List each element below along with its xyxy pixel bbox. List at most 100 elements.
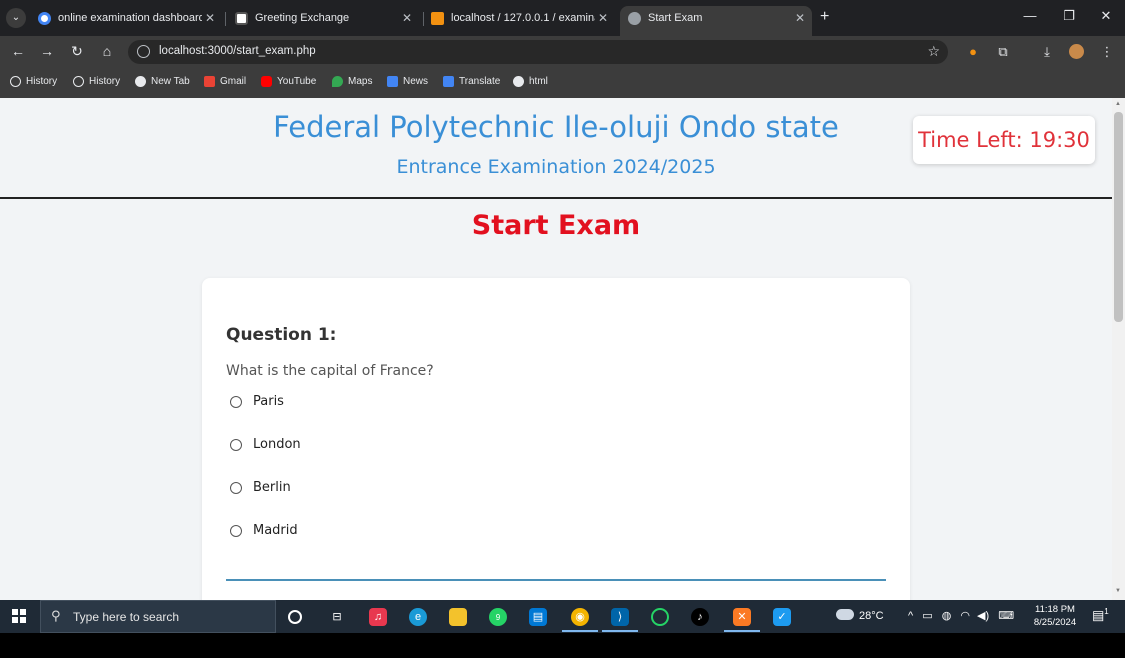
download-icon[interactable]: ⤓ <box>1038 44 1056 60</box>
cortana-icon[interactable] <box>288 610 302 624</box>
option-berlin[interactable]: Berlin <box>230 480 291 495</box>
page-viewport: Federal Polytechnic Ile-oluji Ondo state… <box>0 98 1112 600</box>
weather-widget[interactable]: 28°C <box>836 609 884 622</box>
microsoft-store-icon[interactable]: ▤ <box>529 608 547 626</box>
chatgpt-icon <box>235 11 248 25</box>
tab-greeting-exchange[interactable]: Greeting Exchange ✕ <box>235 6 415 30</box>
time-left-badge: Time Left: 19:30 <box>913 116 1095 164</box>
taskbar-clock[interactable]: 11:18 PM 8/25/2024 <box>1026 603 1084 629</box>
reload-icon[interactable]: ↻ <box>68 43 86 60</box>
bookmark-maps[interactable]: Maps <box>332 76 372 87</box>
xampp-icon[interactable]: ✕ <box>733 608 751 626</box>
minimize-icon[interactable]: — <box>1020 8 1040 23</box>
close-window-icon[interactable]: ✕ <box>1096 8 1116 24</box>
close-tab-icon[interactable]: ✕ <box>202 11 218 25</box>
chevron-up-icon[interactable]: ^ <box>908 610 913 622</box>
bookmark-star-icon[interactable]: ☆ <box>927 43 940 60</box>
question-card: Question 1: What is the capital of Franc… <box>202 278 910 600</box>
twitter-icon[interactable]: ✓ <box>773 608 791 626</box>
url-text[interactable]: localhost:3000/start_exam.php <box>159 45 316 57</box>
globe-icon <box>513 76 524 87</box>
onedrive-icon[interactable]: ◍ <box>942 610 952 622</box>
cloud-sun-icon <box>836 609 854 620</box>
screen-bottom-border <box>0 633 1125 658</box>
vscode-icon[interactable]: ⟩ <box>611 608 629 626</box>
extensions-puzzle-icon[interactable]: ⧉ <box>994 44 1012 60</box>
bookmark-youtube[interactable]: YouTube <box>261 76 316 87</box>
bookmark-html[interactable]: html <box>513 76 548 87</box>
restore-icon[interactable]: ❐ <box>1059 8 1079 24</box>
close-tab-icon[interactable]: ✕ <box>399 11 415 25</box>
volume-icon[interactable]: ◀) <box>977 610 989 622</box>
tab-search-chevron-icon[interactable]: ⌄ <box>6 8 26 28</box>
translate-icon <box>443 76 454 87</box>
system-tray-icons[interactable]: ^ ▭ ◍ ◠ ◀) ⌨ <box>908 609 1014 622</box>
radio-button[interactable] <box>230 395 242 408</box>
radio-button[interactable] <box>230 481 242 494</box>
globe-icon <box>628 11 641 25</box>
active-app-indicator <box>562 630 598 632</box>
home-icon[interactable]: ⌂ <box>98 43 116 59</box>
option-madrid[interactable]: Madrid <box>230 523 298 538</box>
history-icon <box>10 76 21 87</box>
taskbar-search-box[interactable]: ⚲ Type here to search <box>40 600 276 633</box>
question-text: What is the capital of France? <box>226 363 434 379</box>
address-toolbar: ← → ↻ ⌂ localhost:3000/start_exam.php ☆ … <box>0 36 1125 68</box>
wifi-icon[interactable]: ◠ <box>960 610 970 622</box>
close-tab-icon[interactable]: ✕ <box>595 11 611 25</box>
tab-strip: ⌄ online examination dashboard ✕ Greetin… <box>0 0 1125 36</box>
tiktok-icon[interactable]: ♪ <box>691 608 709 626</box>
bookmark-new-tab[interactable]: New Tab <box>135 76 190 87</box>
new-tab-plus-icon[interactable]: + <box>820 8 829 26</box>
music-app-icon[interactable]: ♫ <box>369 608 387 626</box>
search-icon: ⚲ <box>51 608 61 623</box>
tab-start-exam[interactable]: Start Exam ✕ <box>620 6 812 36</box>
tab-separator <box>225 12 226 26</box>
profile-avatar-icon[interactable] <box>1067 44 1085 62</box>
active-app-indicator <box>724 630 760 632</box>
keyboard-icon[interactable]: ⌨ <box>998 610 1014 622</box>
notifications-icon[interactable]: ▤1 <box>1092 607 1109 623</box>
whatsapp-business-icon[interactable]: 9 <box>489 608 507 626</box>
windows-start-icon[interactable] <box>12 609 26 623</box>
scroll-up-arrow-icon[interactable]: ▲ <box>1115 101 1121 107</box>
page-scrollbar[interactable]: ▲ ▼ <box>1112 98 1125 600</box>
option-paris[interactable]: Paris <box>230 394 284 409</box>
battery-icon[interactable]: ▭ <box>922 610 932 622</box>
close-tab-icon[interactable]: ✕ <box>792 11 808 25</box>
page-title: Start Exam <box>471 210 641 241</box>
whatsapp-icon[interactable] <box>651 608 669 626</box>
globe-icon <box>135 76 146 87</box>
radio-button[interactable] <box>230 524 242 537</box>
tab-phpmyadmin[interactable]: localhost / 127.0.0.1 / examinat ✕ <box>431 6 611 30</box>
radio-button[interactable] <box>230 438 242 451</box>
bookmark-translate[interactable]: Translate <box>443 76 500 87</box>
back-arrow-icon[interactable]: ← <box>9 43 27 59</box>
bookmark-news[interactable]: News <box>387 76 428 87</box>
maps-icon <box>332 76 343 87</box>
bookmark-gmail[interactable]: Gmail <box>204 76 246 87</box>
file-explorer-icon[interactable] <box>449 608 467 626</box>
google-icon <box>38 11 51 25</box>
windows-taskbar: ⚲ Type here to search ⊟ ♫ e 9 ▤ ◉ ⟩ ♪ ✕ … <box>0 600 1125 633</box>
forward-arrow-icon[interactable]: → <box>38 43 56 59</box>
edge-icon[interactable]: e <box>409 608 427 626</box>
bookmark-history-2[interactable]: History <box>73 76 120 87</box>
tab-dashboard[interactable]: online examination dashboard ✕ <box>38 6 218 30</box>
youtube-icon <box>261 76 272 87</box>
news-icon <box>387 76 398 87</box>
extension-record-icon[interactable]: ● <box>964 44 982 59</box>
site-info-icon[interactable] <box>137 45 150 58</box>
header-divider <box>0 197 1112 199</box>
gmail-icon <box>204 76 215 87</box>
history-icon <box>73 76 84 87</box>
address-bar[interactable]: localhost:3000/start_exam.php ☆ <box>128 40 948 64</box>
menu-kebab-icon[interactable]: ⋮ <box>1098 44 1116 60</box>
scroll-down-arrow-icon[interactable]: ▼ <box>1115 588 1121 594</box>
scrollbar-thumb[interactable] <box>1114 112 1123 322</box>
option-london[interactable]: London <box>230 437 301 452</box>
bookmark-history-1[interactable]: History <box>10 76 57 87</box>
chrome-icon[interactable]: ◉ <box>571 608 589 626</box>
task-view-icon[interactable]: ⊟ <box>328 608 346 626</box>
phpmyadmin-icon <box>431 11 444 25</box>
